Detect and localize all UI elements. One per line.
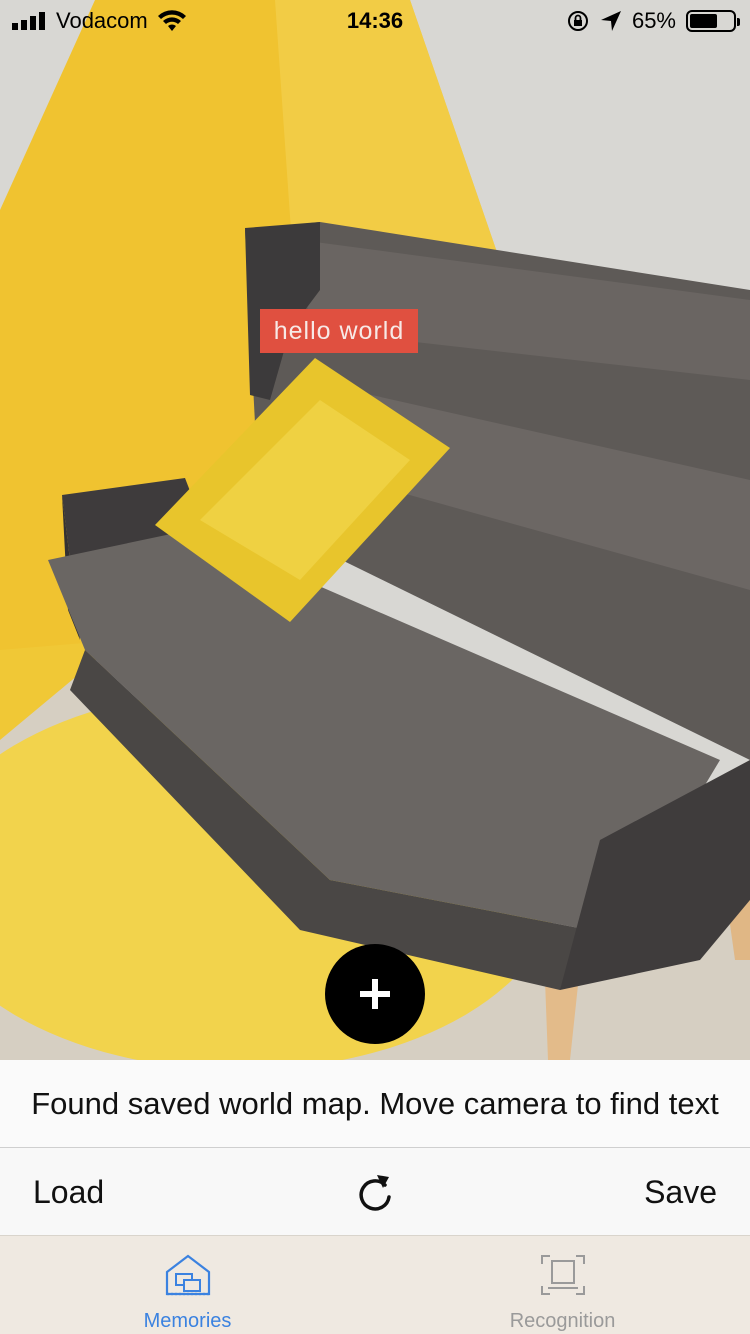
ar-text-label[interactable]: hello world	[260, 309, 418, 353]
reload-icon	[359, 1175, 391, 1211]
recognition-frame-icon	[540, 1255, 585, 1295]
location-arrow-icon	[600, 11, 621, 31]
save-button[interactable]: Save	[644, 1148, 717, 1236]
status-bar: Vodacom 14:36 65%	[0, 0, 750, 40]
orientation-lock-icon	[567, 11, 588, 31]
load-button[interactable]: Load	[33, 1148, 104, 1236]
tab-memories[interactable]: Memories	[0, 1236, 375, 1334]
tab-recognition[interactable]: Recognition	[375, 1236, 750, 1334]
add-button[interactable]	[325, 944, 425, 1044]
battery-icon	[686, 10, 740, 32]
status-message: Found saved world map. Move camera to fi…	[31, 1085, 719, 1121]
plus-icon	[360, 979, 390, 1009]
message-bar: Found saved world map. Move camera to fi…	[0, 1060, 750, 1148]
tab-recognition-label: Recognition	[509, 1310, 616, 1332]
reload-button[interactable]	[351, 1148, 399, 1236]
tab-memories-label: Memories	[143, 1310, 232, 1332]
camera-feed-image	[0, 0, 750, 1060]
battery-percent: 65%	[631, 8, 676, 33]
memories-house-icon	[165, 1254, 210, 1296]
ar-camera-view[interactable]: Vodacom 14:36 65% hello world	[0, 0, 750, 1060]
tab-bar: Memories Recognition	[0, 1236, 750, 1334]
toolbar: Load Save	[0, 1148, 750, 1236]
